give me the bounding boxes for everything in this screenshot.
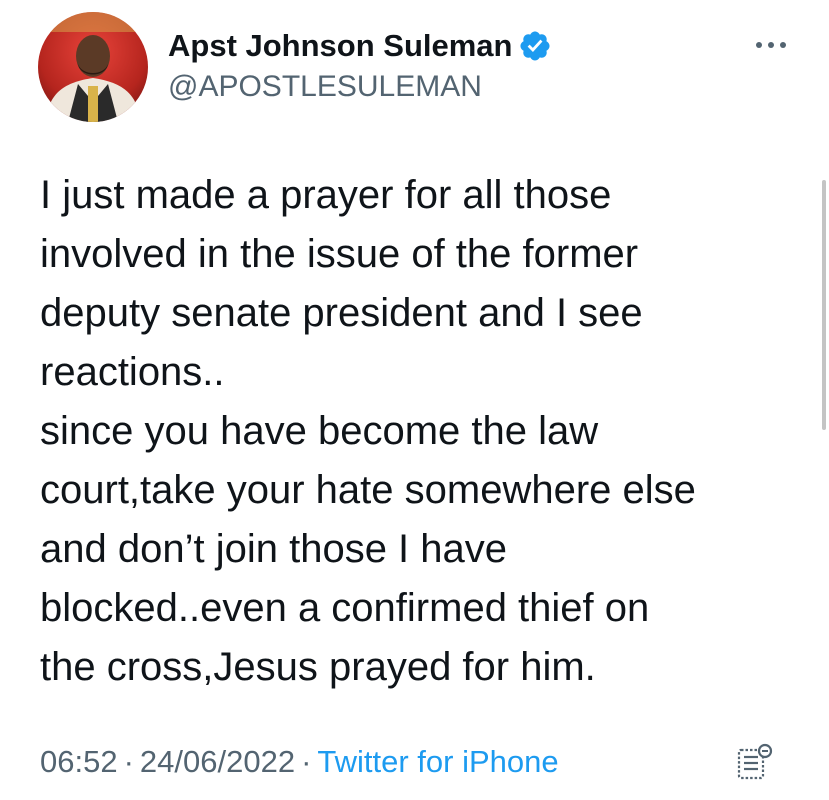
tweet-source-link[interactable]: Twitter for iPhone — [317, 744, 558, 779]
meta-separator: · — [301, 744, 312, 779]
tweet-text-line: deputy senate president and I see — [40, 291, 643, 335]
name-row: Apst Johnson Suleman — [168, 26, 552, 66]
display-name[interactable]: Apst Johnson Suleman — [168, 28, 512, 64]
tweet-text-line: the cross,Jesus prayed for him. — [40, 645, 596, 689]
more-options-icon[interactable] — [751, 38, 791, 52]
tweet-text-line: and don’t join those I have — [40, 527, 508, 571]
verified-badge-icon — [518, 29, 552, 63]
analytics-icon[interactable] — [736, 742, 776, 782]
tweet-meta: 06:52 · 24/06/2022 · Twitter for iPhone — [40, 740, 559, 784]
scrollbar[interactable] — [822, 180, 826, 430]
user-handle[interactable]: @APOSTLESULEMAN — [168, 70, 482, 104]
tweet-text-line: I just made a prayer for all those — [40, 173, 612, 217]
tweet-text-line: reactions.. — [40, 350, 225, 394]
tweet-date[interactable]: 24/06/2022 — [140, 744, 295, 779]
tweet-text-line: blocked..even a confirmed thief on — [40, 586, 650, 630]
avatar-image — [38, 12, 148, 122]
avatar[interactable] — [38, 12, 148, 122]
tweet-card: Apst Johnson Suleman @APOSTLESULEMAN I j… — [0, 0, 829, 800]
meta-separator: · — [123, 744, 134, 779]
tweet-text-line: court,take your hate somewhere else — [40, 468, 696, 512]
tweet-time[interactable]: 06:52 — [40, 744, 118, 779]
tweet-text-line: involved in the issue of the former — [40, 232, 639, 276]
tweet-text: I just made a prayer for all those invol… — [40, 166, 810, 697]
tweet-text-line: since you have become the law — [40, 409, 599, 453]
